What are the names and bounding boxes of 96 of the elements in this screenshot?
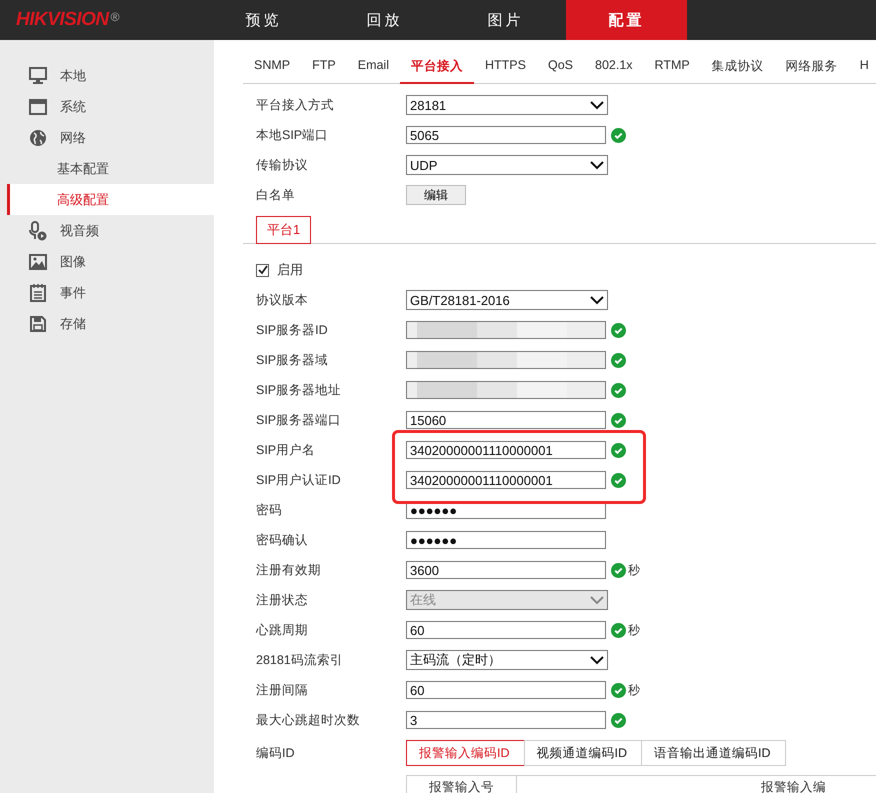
sidebar-subitem[interactable]: 基本配置 — [7, 153, 214, 184]
tab[interactable]: 802.1x — [584, 52, 644, 84]
input-field[interactable]: 3 — [406, 711, 606, 729]
microphone-icon — [28, 220, 48, 240]
field-label: 注册状态 — [256, 592, 309, 608]
field-label: 注册有效期 — [256, 562, 322, 578]
calendar-icon — [28, 282, 48, 302]
logo: HIKVISION — [16, 9, 109, 31]
field-label: 协议版本 — [256, 292, 309, 308]
input-field[interactable]: 60 — [406, 681, 606, 699]
code-id-tab[interactable]: 报警输入编码ID — [406, 740, 524, 766]
sidebar-item[interactable]: 网络 — [7, 122, 214, 153]
sidebar-subitem[interactable]: 高级配置 — [7, 184, 214, 215]
dropdown-field[interactable]: UDP — [406, 155, 608, 175]
caret-icon — [590, 596, 604, 604]
nav-tab[interactable]: 配置 — [566, 0, 687, 40]
unit-label: 秒 — [628, 622, 640, 638]
tab[interactable]: 平台接入 — [400, 52, 474, 84]
field-label: 编码ID — [256, 744, 296, 762]
input-field[interactable]: ●●●●●● — [406, 531, 606, 549]
input-field[interactable]: 15060 — [406, 411, 606, 429]
field-label: SIP服务器域 — [256, 352, 330, 368]
field-label: SIP服务器端口 — [256, 412, 342, 428]
nav-tab[interactable]: 预览 — [203, 0, 324, 40]
tab[interactable]: FTP — [301, 52, 347, 84]
valid-check-icon — [611, 128, 626, 142]
tab[interactable]: SNMP — [243, 52, 302, 84]
valid-check-icon — [611, 682, 626, 698]
unit-label: 秒 — [628, 682, 640, 698]
input-field[interactable] — [406, 381, 606, 399]
tab[interactable]: HTTPS — [474, 52, 537, 84]
checkbox[interactable] — [256, 264, 269, 276]
valid-check-icon — [611, 352, 626, 368]
input-field[interactable] — [406, 351, 606, 369]
field-label: SIP用户认证ID — [256, 472, 342, 488]
edit-button[interactable]: 编辑 — [406, 185, 466, 205]
tab[interactable]: 集成协议 — [700, 52, 775, 84]
globe-icon — [28, 128, 48, 148]
sidebar-item[interactable]: 系统 — [7, 91, 214, 122]
field-label: 注册间隔 — [256, 682, 309, 698]
caret-icon — [590, 160, 604, 170]
valid-check-icon — [611, 712, 626, 728]
caret-icon — [590, 100, 604, 110]
sidebar-item[interactable]: 图像 — [7, 246, 214, 277]
platform-tab[interactable]: 平台1 — [256, 216, 312, 244]
code-id-tab[interactable]: 语音输出通道编码ID — [641, 740, 786, 766]
valid-check-icon — [611, 322, 626, 338]
field-label: 白名单 — [256, 186, 296, 204]
input-field[interactable]: 34020000001110000001 — [406, 441, 606, 459]
monitor-icon — [28, 66, 48, 86]
valid-check-icon — [611, 442, 626, 458]
valid-check-icon — [611, 562, 626, 578]
caret-icon — [590, 296, 604, 304]
valid-check-icon — [611, 412, 626, 428]
field-label: 密码确认 — [256, 532, 309, 548]
column-header: 报警输入编 — [516, 776, 876, 793]
caret-icon — [590, 656, 604, 664]
field-label: 28181码流索引 — [256, 652, 344, 668]
field-label: 传输协议 — [256, 156, 309, 174]
tab[interactable]: RTMP — [644, 52, 701, 84]
valid-check-icon — [611, 472, 626, 488]
field-label: 平台接入方式 — [256, 96, 335, 114]
valid-check-icon — [611, 382, 626, 398]
field-label: 最大心跳超时次数 — [256, 712, 361, 728]
input-field[interactable]: 34020000001110000001 — [406, 471, 606, 489]
field-label: 心跳周期 — [256, 622, 309, 638]
sidebar-item[interactable]: 视音频 — [7, 215, 214, 246]
dropdown-field[interactable]: 主码流（定时） — [406, 650, 608, 670]
tab[interactable]: 网络服务 — [774, 52, 849, 84]
valid-check-icon — [611, 622, 626, 638]
code-id-tab[interactable]: 视频通道编码ID — [524, 740, 641, 766]
field-label: SIP服务器地址 — [256, 382, 342, 398]
dropdown-field[interactable]: GB/T28181-2016 — [406, 290, 608, 310]
input-field[interactable]: 5065 — [406, 126, 606, 144]
input-field[interactable] — [406, 321, 606, 339]
input-field[interactable]: 60 — [406, 621, 606, 639]
field-label: 密码 — [256, 502, 283, 518]
tab[interactable]: QoS — [536, 52, 584, 84]
window-icon — [28, 96, 48, 116]
unit-label: 秒 — [628, 562, 640, 578]
registered-mark: ® — [110, 10, 120, 24]
image-icon — [28, 252, 48, 272]
field-label: 本地SIP端口 — [256, 126, 330, 144]
sidebar-item[interactable]: 事件 — [7, 277, 214, 308]
sidebar-item[interactable]: 本地 — [7, 60, 214, 91]
checkbox-label: 启用 — [277, 261, 303, 279]
column-header: 报警输入号 — [406, 776, 516, 793]
sidebar-item[interactable]: 存储 — [7, 308, 214, 339]
dropdown-field[interactable]: 28181 — [406, 95, 608, 115]
field-label: SIP服务器ID — [256, 322, 329, 338]
tab[interactable]: H — [848, 52, 876, 84]
nav-tab[interactable]: 回放 — [324, 0, 445, 40]
nav-tab[interactable]: 图片 — [445, 0, 566, 40]
tab[interactable]: Email — [346, 52, 400, 84]
field-label: SIP用户名 — [256, 442, 316, 458]
input-field[interactable]: 3600 — [406, 561, 606, 579]
